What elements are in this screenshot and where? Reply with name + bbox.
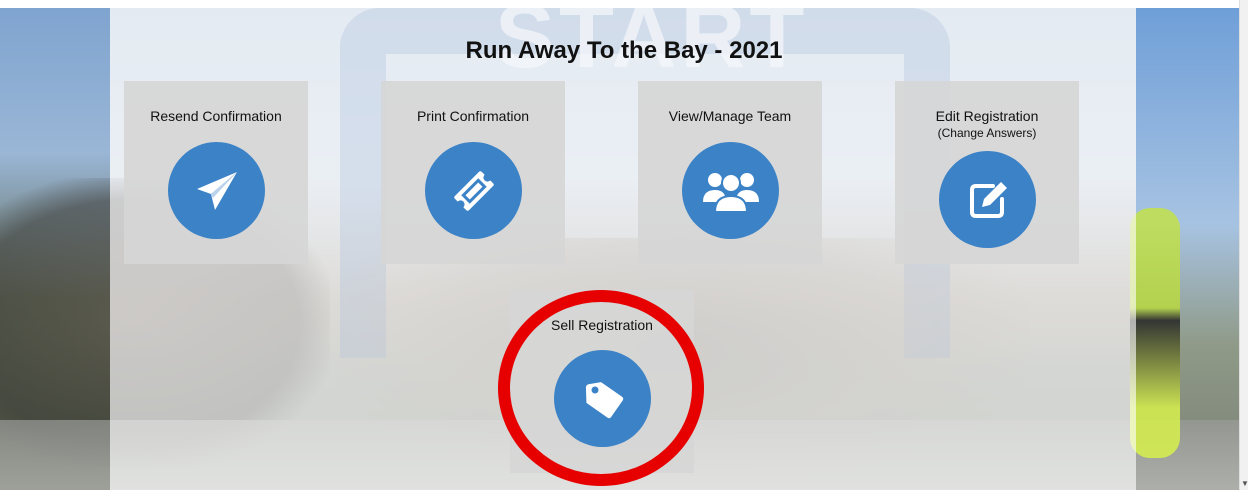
- resend-confirmation-label: Resend Confirmation: [150, 108, 282, 124]
- view-manage-team-card[interactable]: View/Manage Team: [638, 81, 822, 264]
- print-confirmation-card[interactable]: Print Confirmation: [381, 81, 565, 264]
- edit-registration-sublabel: (Change Answers): [937, 126, 1037, 140]
- scroll-down-icon[interactable]: ▼: [1241, 479, 1248, 488]
- runner-figure-right: [1130, 208, 1180, 458]
- print-confirmation-label: Print Confirmation: [416, 108, 530, 124]
- sell-registration-label: Sell Registration: [551, 317, 653, 333]
- sell-registration-card[interactable]: Sell Registration: [510, 290, 694, 473]
- users-icon[interactable]: [682, 142, 779, 239]
- ticket-icon[interactable]: [425, 142, 522, 239]
- page-title: Run Away To the Bay - 2021: [465, 37, 783, 64]
- paper-plane-icon[interactable]: [168, 142, 265, 239]
- edit-icon[interactable]: [939, 151, 1036, 248]
- scrollbar[interactable]: ▼: [1239, 0, 1248, 490]
- tag-icon[interactable]: [554, 350, 651, 447]
- resend-confirmation-card[interactable]: Resend Confirmation: [124, 81, 308, 264]
- edit-registration-card[interactable]: Edit Registration (Change Answers): [895, 81, 1079, 264]
- view-manage-team-label: View/Manage Team: [668, 108, 792, 124]
- edit-registration-label: Edit Registration: [935, 108, 1039, 124]
